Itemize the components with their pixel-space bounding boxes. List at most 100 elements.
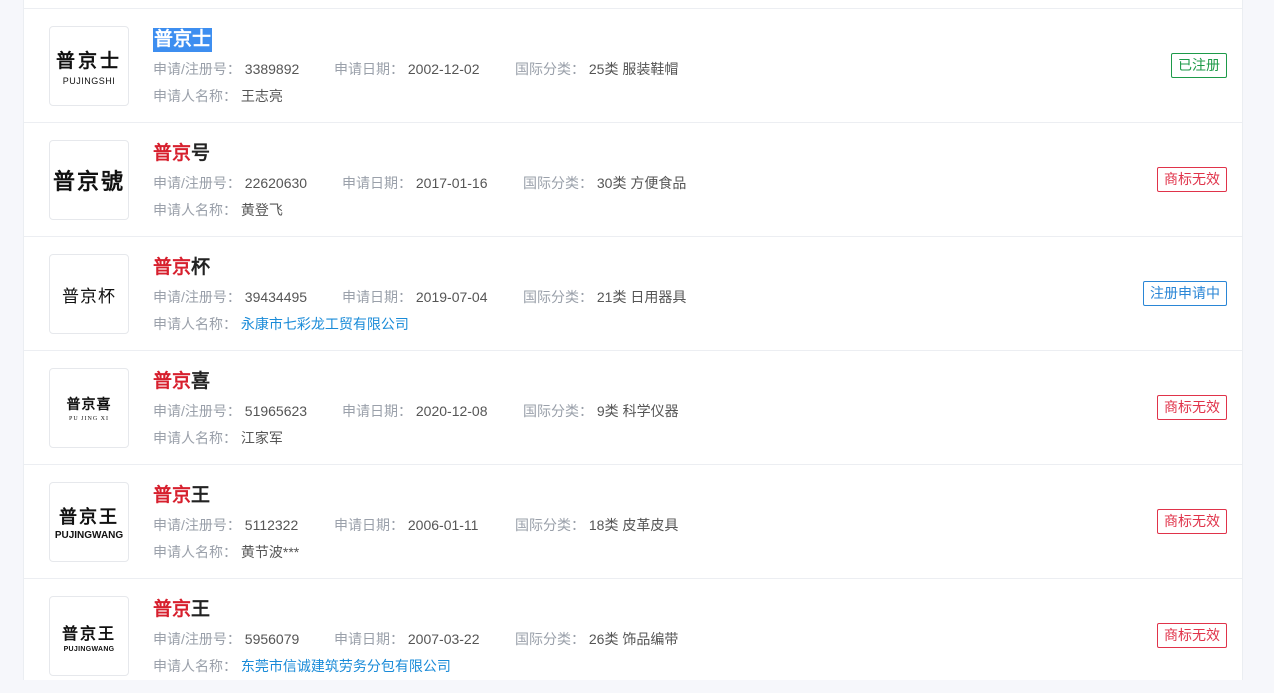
- applicant-value: 王志亮: [240, 88, 283, 104]
- trademark-name-link[interactable]: 普京王: [153, 484, 210, 508]
- logo-chinese-text: 普京王: [59, 507, 119, 528]
- date-field: 申请日期： 2019-07-04: [342, 288, 488, 306]
- trademark-name-link[interactable]: 普京号: [153, 142, 210, 166]
- status-badge: 商标无效: [1157, 395, 1227, 420]
- reg-no-field: 申请/注册号： 5956079: [153, 630, 299, 648]
- trademark-row[interactable]: 普京王 PUJINGWANG 普京王 申请/注册号： 5956079 申请日期：…: [24, 579, 1242, 693]
- class-value: 21类 日用器具: [596, 289, 687, 305]
- name-keyword-highlight: 普京: [153, 485, 192, 506]
- applicant-label: 申请人名称：: [153, 430, 237, 446]
- name-rest: 王: [191, 599, 211, 620]
- name-rest: 喜: [191, 371, 211, 392]
- status-badge: 商标无效: [1157, 623, 1227, 648]
- applicant-label: 申请人名称：: [153, 202, 237, 218]
- reg-no-label: 申请/注册号：: [153, 289, 241, 305]
- date-value: 2007-03-22: [407, 631, 480, 647]
- logo-chinese-text: 普京喜: [66, 397, 112, 413]
- applicant-value: 黄节波***: [240, 544, 300, 560]
- date-field: 申请日期： 2002-12-02: [334, 60, 480, 78]
- date-label: 申请日期：: [342, 175, 412, 191]
- trademark-logo[interactable]: 普京號: [49, 140, 129, 220]
- date-value: 2017-01-16: [415, 175, 488, 191]
- reg-no-value: 39434495: [244, 289, 308, 305]
- logo-chinese-text: 普京杯: [62, 286, 116, 307]
- date-label: 申请日期：: [334, 631, 404, 647]
- logo-pinyin-text: PU JING XI: [69, 416, 109, 422]
- trademark-logo[interactable]: 普京王 PUJINGWANG: [49, 482, 129, 562]
- applicant-line: 申请人名称： 江家军: [153, 429, 283, 447]
- trademark-name-link[interactable]: 普京王: [153, 598, 210, 622]
- class-label: 国际分类：: [523, 403, 593, 419]
- class-value: 30类 方便食品: [596, 175, 687, 191]
- applicant-line: 申请人名称： 黄节波***: [153, 543, 299, 561]
- class-value: 18类 皮革皮具: [588, 517, 679, 533]
- date-label: 申请日期：: [342, 289, 412, 305]
- class-field: 国际分类： 18类 皮革皮具: [515, 516, 678, 534]
- status-badge: 已注册: [1171, 53, 1227, 78]
- trademark-row[interactable]: 普京號 普京号 申请/注册号： 22620630 申请日期： 2017-01-1…: [24, 123, 1242, 237]
- trademark-name-link[interactable]: 普京士: [153, 28, 213, 52]
- applicant-line: 申请人名称： 永康市七彩龙工贸有限公司: [153, 315, 409, 333]
- status-badge: 商标无效: [1157, 167, 1227, 192]
- name-keyword-highlight: 普京: [153, 599, 192, 620]
- name-rest: 王: [191, 485, 211, 506]
- date-field: 申请日期： 2006-01-11: [334, 516, 478, 534]
- trademark-row[interactable]: 普京喜 PU JING XI 普京喜 申请/注册号： 51965623 申请日期…: [24, 351, 1242, 465]
- applicant-link[interactable]: 东莞市信诚建筑劳务分包有限公司: [241, 658, 451, 674]
- class-label: 国际分类：: [523, 175, 593, 191]
- date-value: 2002-12-02: [407, 61, 480, 77]
- reg-no-field: 申请/注册号： 3389892: [153, 60, 299, 78]
- applicant-link[interactable]: 永康市七彩龙工贸有限公司: [241, 316, 409, 332]
- trademark-logo[interactable]: 普京杯: [49, 254, 129, 334]
- date-label: 申请日期：: [334, 517, 404, 533]
- trademark-name-link[interactable]: 普京喜: [153, 370, 210, 394]
- class-value: 25类 服装鞋帽: [588, 61, 679, 77]
- name-rest: 号: [191, 143, 211, 164]
- reg-no-label: 申请/注册号：: [153, 403, 241, 419]
- trademark-result-list: 普京士 PUJINGSHI 普京士 申请/注册号： 3389892 申请日期： …: [23, 0, 1243, 680]
- logo-pinyin-text: PUJINGSHI: [62, 76, 116, 86]
- reg-no-label: 申请/注册号：: [153, 517, 241, 533]
- trademark-logo[interactable]: 普京士 PUJINGSHI: [49, 26, 129, 106]
- trademark-row[interactable]: 普京杯 普京杯 申请/注册号： 39434495 申请日期： 2019-07-0…: [24, 237, 1242, 351]
- class-field: 国际分类： 30类 方便食品: [523, 174, 686, 192]
- reg-no-value: 22620630: [244, 175, 308, 191]
- date-value: 2019-07-04: [415, 289, 488, 305]
- trademark-row[interactable]: 普京王 PUJINGWANG 普京王 申请/注册号： 5112322 申请日期：…: [24, 465, 1242, 579]
- trademark-logo[interactable]: 普京王 PUJINGWANG: [49, 596, 129, 676]
- class-value: 26类 饰品编带: [588, 631, 679, 647]
- class-field: 国际分类： 9类 科学仪器: [523, 402, 679, 420]
- date-label: 申请日期：: [334, 61, 404, 77]
- applicant-label: 申请人名称：: [153, 316, 237, 332]
- applicant-label: 申请人名称：: [153, 658, 237, 674]
- logo-chinese-text: 普京號: [52, 169, 125, 195]
- applicant-line: 申请人名称： 王志亮: [153, 87, 283, 105]
- reg-no-field: 申请/注册号： 39434495: [153, 288, 307, 306]
- trademark-name-link[interactable]: 普京杯: [153, 256, 210, 280]
- reg-no-field: 申请/注册号： 22620630: [153, 174, 307, 192]
- trademark-row[interactable]: 普京士 PUJINGSHI 普京士 申请/注册号： 3389892 申请日期： …: [24, 9, 1242, 123]
- class-label: 国际分类：: [515, 631, 585, 647]
- trademark-logo[interactable]: 普京喜 PU JING XI: [49, 368, 129, 448]
- applicant-value: 江家军: [240, 430, 283, 446]
- reg-no-value: 3389892: [244, 61, 300, 77]
- reg-no-label: 申请/注册号：: [153, 631, 241, 647]
- class-label: 国际分类：: [515, 517, 585, 533]
- applicant-line: 申请人名称： 东莞市信诚建筑劳务分包有限公司: [153, 657, 451, 675]
- date-field: 申请日期： 2017-01-16: [342, 174, 488, 192]
- logo-chinese-text: 普京士: [55, 50, 122, 72]
- logo-pinyin-text: PUJINGWANG: [63, 645, 115, 653]
- name-keyword-highlight: 普京: [153, 371, 192, 392]
- class-label: 国际分类：: [515, 61, 585, 77]
- class-field: 国际分类： 21类 日用器具: [523, 288, 686, 306]
- class-value: 9类 科学仪器: [596, 403, 679, 419]
- applicant-value: 黄登飞: [240, 202, 283, 218]
- reg-no-label: 申请/注册号：: [153, 61, 241, 77]
- name-keyword-highlight: 普京: [153, 143, 192, 164]
- name-rest: 杯: [191, 257, 211, 278]
- reg-no-field: 申请/注册号： 5112322: [153, 516, 298, 534]
- class-field: 国际分类： 25类 服装鞋帽: [515, 60, 678, 78]
- name-keyword-highlight: 普京: [154, 29, 193, 50]
- logo-chinese-text: 普京王: [61, 623, 116, 643]
- reg-no-value: 51965623: [244, 403, 308, 419]
